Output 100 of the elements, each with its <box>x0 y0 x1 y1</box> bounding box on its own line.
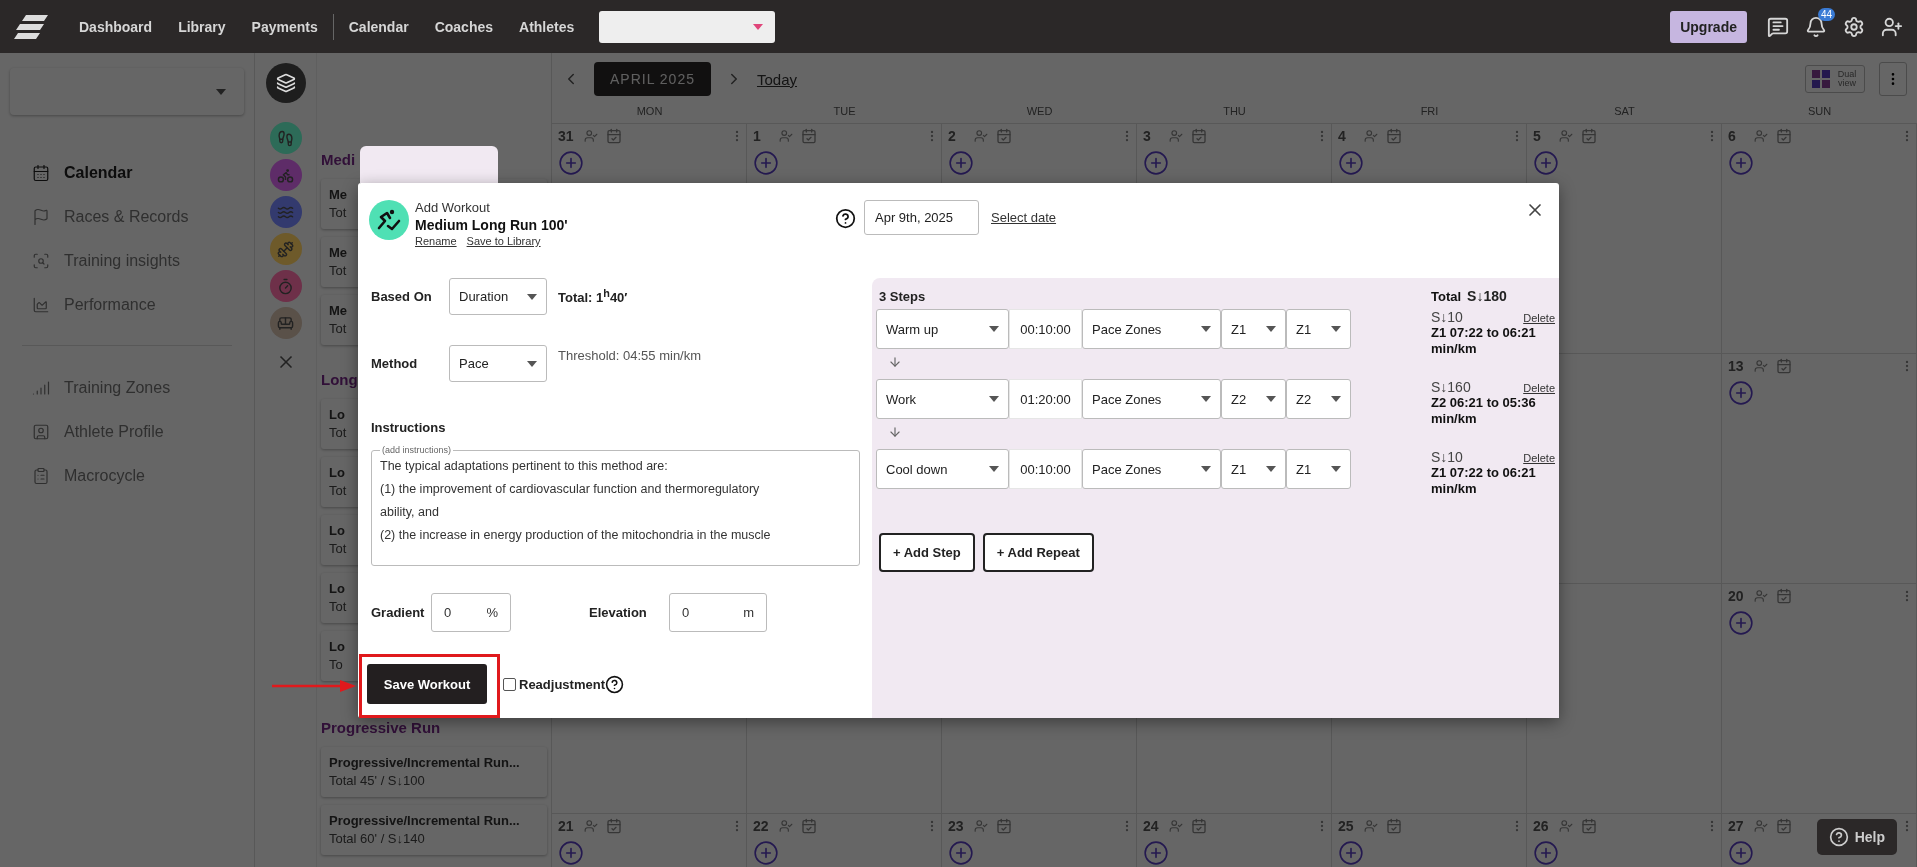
target-select[interactable]: Pace Zones <box>1082 449 1221 489</box>
user-check-icon[interactable] <box>779 129 793 143</box>
settings-icon[interactable] <box>1843 15 1865 38</box>
user-check-icon[interactable] <box>1559 819 1573 833</box>
field-legend: (add instructions) <box>380 446 454 455</box>
calendar-check-icon[interactable] <box>1776 128 1792 144</box>
nav-link[interactable]: Payments <box>251 18 318 35</box>
add-workout-button[interactable] <box>948 150 974 176</box>
calendar-check-icon[interactable] <box>801 128 817 144</box>
help-button[interactable]: Help <box>1816 819 1897 855</box>
upgrade-button[interactable]: Upgrade <box>1670 10 1747 43</box>
card-title: Me <box>329 187 348 202</box>
help-icon[interactable] <box>835 208 856 229</box>
zone-select[interactable]: Z2 <box>1286 379 1351 419</box>
based-on-select[interactable]: Duration <box>449 278 547 315</box>
step-type-select[interactable]: Work <box>876 379 1009 419</box>
add-workout-button[interactable] <box>1143 840 1169 866</box>
nav-link[interactable]: Library <box>178 18 226 35</box>
add-workout-button[interactable] <box>1728 840 1754 866</box>
step-type-select[interactable]: Cool down <box>876 449 1009 489</box>
duration-field[interactable]: 00:10:00 <box>1009 309 1082 349</box>
zone-select[interactable]: Z1 <box>1221 449 1286 489</box>
duration-field[interactable]: 00:10:00 <box>1009 449 1082 489</box>
gradient-field[interactable]: 0 % <box>431 593 511 632</box>
user-check-icon[interactable] <box>1754 359 1768 373</box>
user-check-icon[interactable] <box>1559 129 1573 143</box>
delete-link[interactable]: Delete <box>1523 312 1555 324</box>
calendar-check-icon[interactable] <box>1776 358 1792 374</box>
modal-tab[interactable] <box>360 146 498 183</box>
user-check-icon[interactable] <box>1754 129 1768 143</box>
text-link[interactable]: Rename <box>415 235 457 247</box>
month-label: APRIL 2025 <box>594 62 711 96</box>
calendar-check-icon[interactable] <box>996 818 1012 834</box>
nav-link[interactable]: Dashboard <box>79 18 153 35</box>
step-type-select[interactable]: Warm up <box>876 309 1009 349</box>
sport-filter[interactable] <box>265 63 306 103</box>
add-workout-button[interactable] <box>753 150 779 176</box>
user-check-icon[interactable] <box>1364 819 1378 833</box>
nav-link[interactable]: Calendar <box>348 18 409 35</box>
nav-link[interactable]: Coaches <box>434 18 494 35</box>
select-date-link[interactable]: Select date <box>991 210 1057 225</box>
add-workout-button[interactable] <box>1143 150 1169 176</box>
instructions-field[interactable] <box>371 445 860 566</box>
user-check-icon[interactable] <box>1754 589 1768 603</box>
target-select[interactable]: Pace Zones <box>1082 309 1221 349</box>
calendar-check-icon[interactable] <box>1191 128 1207 144</box>
zone-select[interactable]: Z2 <box>1221 379 1286 419</box>
add-workout-button[interactable] <box>558 840 584 866</box>
zone-select[interactable]: Z1 <box>1286 309 1351 349</box>
target-select[interactable]: Pace Zones <box>1082 379 1221 419</box>
user-check-icon[interactable] <box>584 129 598 143</box>
add-workout-button[interactable] <box>1728 380 1754 406</box>
duration-field[interactable]: 01:20:00 <box>1009 379 1082 419</box>
zone-select[interactable]: Z1 <box>1286 449 1351 489</box>
calendar-check-icon[interactable] <box>1581 818 1597 834</box>
calendar-check-icon[interactable] <box>1776 818 1792 834</box>
add-workout-button[interactable] <box>558 150 584 176</box>
add-workout-button[interactable] <box>1338 840 1364 866</box>
add-workout-button[interactable] <box>1533 840 1559 866</box>
calendar-check-icon[interactable] <box>996 128 1012 144</box>
method-select[interactable]: Pace <box>449 345 547 382</box>
more-button[interactable] <box>1879 62 1907 96</box>
add-button[interactable]: + Add Repeat <box>982 533 1094 572</box>
zone-select[interactable]: Z1 <box>1221 309 1286 349</box>
chat-icon[interactable] <box>1767 15 1789 38</box>
user-check-icon[interactable] <box>974 819 988 833</box>
user-check-icon[interactable] <box>1754 819 1768 833</box>
user-check-icon[interactable] <box>974 129 988 143</box>
sofa-icon <box>277 314 294 332</box>
user-check-icon[interactable] <box>779 819 793 833</box>
add-workout-button[interactable] <box>753 840 779 866</box>
add-button[interactable]: + Add Step <box>879 533 975 572</box>
date-field[interactable]: Apr 9th, 2025 <box>864 200 979 235</box>
help-icon[interactable] <box>604 674 624 694</box>
calendar-check-icon[interactable] <box>1776 588 1792 604</box>
athlete-select[interactable] <box>599 10 776 43</box>
add-workout-button[interactable] <box>1728 150 1754 176</box>
nav-link[interactable]: Athletes <box>519 18 575 35</box>
save-workout-button[interactable]: Save Workout <box>367 664 487 704</box>
user-check-icon[interactable] <box>1169 819 1183 833</box>
calendar-check-icon[interactable] <box>1386 818 1402 834</box>
user-check-icon[interactable] <box>1169 129 1183 143</box>
calendar-check-icon[interactable] <box>1386 128 1402 144</box>
calendar-check-icon[interactable] <box>1191 818 1207 834</box>
calendar-check-icon[interactable] <box>1581 128 1597 144</box>
elevation-field[interactable]: 0 m <box>669 593 767 632</box>
calendar-check-icon[interactable] <box>606 128 622 144</box>
readjustment-checkbox[interactable] <box>503 677 516 691</box>
add-workout-button[interactable] <box>1728 610 1754 636</box>
add-workout-button[interactable] <box>1338 150 1364 176</box>
calendar-check-icon[interactable] <box>801 818 817 834</box>
user-plus-icon[interactable] <box>1881 15 1903 38</box>
user-check-icon[interactable] <box>1364 129 1378 143</box>
user-check-icon[interactable] <box>584 819 598 833</box>
calendar-check-icon[interactable] <box>606 818 622 834</box>
text-link[interactable]: Save to Library <box>466 235 541 247</box>
add-workout-button[interactable] <box>948 840 974 866</box>
add-workout-button[interactable] <box>1533 150 1559 176</box>
delete-link[interactable]: Delete <box>1523 382 1555 394</box>
delete-link[interactable]: Delete <box>1523 452 1555 464</box>
